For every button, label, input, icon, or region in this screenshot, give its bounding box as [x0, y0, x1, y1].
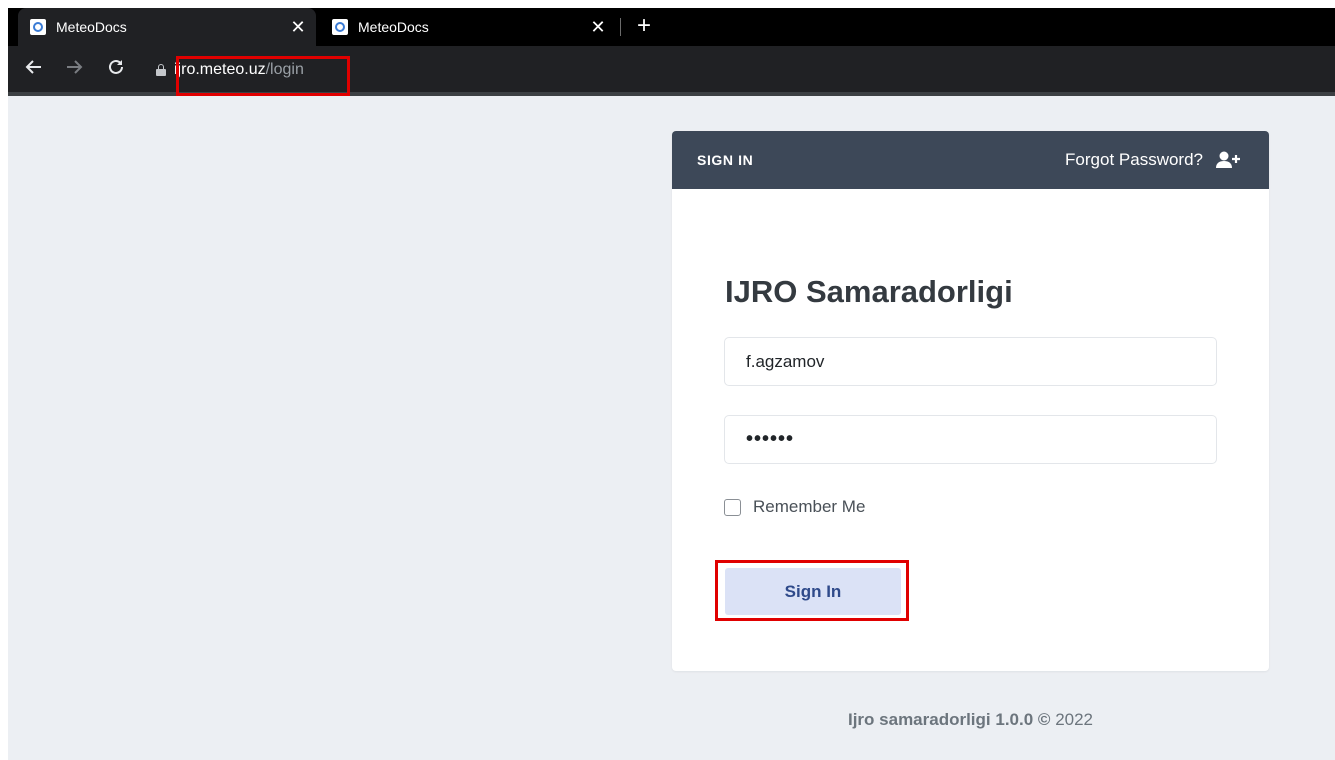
back-arrow-icon[interactable] — [22, 58, 46, 82]
browser-tab-inactive[interactable]: MeteoDocs ✕ — [320, 8, 616, 46]
password-input[interactable]: •••••• — [724, 415, 1217, 464]
user-plus-icon — [1215, 150, 1241, 170]
tab-separator — [620, 18, 621, 36]
tab-title: MeteoDocs — [358, 19, 429, 35]
remember-me-option[interactable]: Remember Me — [724, 497, 865, 517]
new-tab-button[interactable]: + — [632, 14, 656, 39]
url-text: ijro.meteo.uz/login — [174, 61, 304, 79]
browser-toolbar: ijro.meteo.uz/login — [8, 46, 1335, 96]
footer-copyright-symbol: © — [1037, 710, 1051, 729]
toolbar-divider — [8, 92, 1335, 96]
meteodocs-favicon-icon — [30, 19, 46, 35]
forward-arrow-icon[interactable] — [62, 58, 86, 82]
tab-title: MeteoDocs — [56, 19, 127, 35]
reload-icon[interactable] — [104, 58, 128, 82]
footer-year: 2022 — [1055, 710, 1094, 729]
url-path: /login — [265, 61, 304, 78]
url-host: ijro.meteo.uz — [174, 61, 266, 78]
app-title: IJRO Samaradorligi — [725, 274, 1013, 309]
sign-in-button[interactable]: Sign In — [725, 568, 901, 615]
remember-me-checkbox[interactable] — [724, 498, 741, 516]
browser-tab-active[interactable]: MeteoDocs ✕ — [18, 8, 316, 46]
close-tab-icon[interactable]: ✕ — [586, 15, 610, 39]
card-header: SIGN IN Forgot Password? — [672, 131, 1269, 189]
meteodocs-favicon-icon — [332, 19, 348, 35]
browser-tab-strip: MeteoDocs ✕ MeteoDocs ✕ + — [8, 8, 1335, 46]
footer-product: Ijro samaradorligi 1.0.0 — [847, 710, 1034, 729]
footer: Ijro samaradorligi 1.0.0 © 2022 — [672, 710, 1269, 730]
lock-icon[interactable] — [156, 64, 166, 76]
username-input[interactable]: f.agzamov — [724, 337, 1217, 386]
close-tab-icon[interactable]: ✕ — [286, 15, 310, 39]
remember-me-label: Remember Me — [753, 497, 866, 516]
forgot-password-link[interactable]: Forgot Password? — [1065, 150, 1241, 170]
forgot-password-label: Forgot Password? — [1065, 150, 1203, 169]
sign-in-heading: SIGN IN — [697, 152, 754, 168]
login-card: SIGN IN Forgot Password? IJRO Samaradorl… — [672, 131, 1269, 671]
address-bar[interactable]: ijro.meteo.uz/login — [150, 52, 1335, 88]
